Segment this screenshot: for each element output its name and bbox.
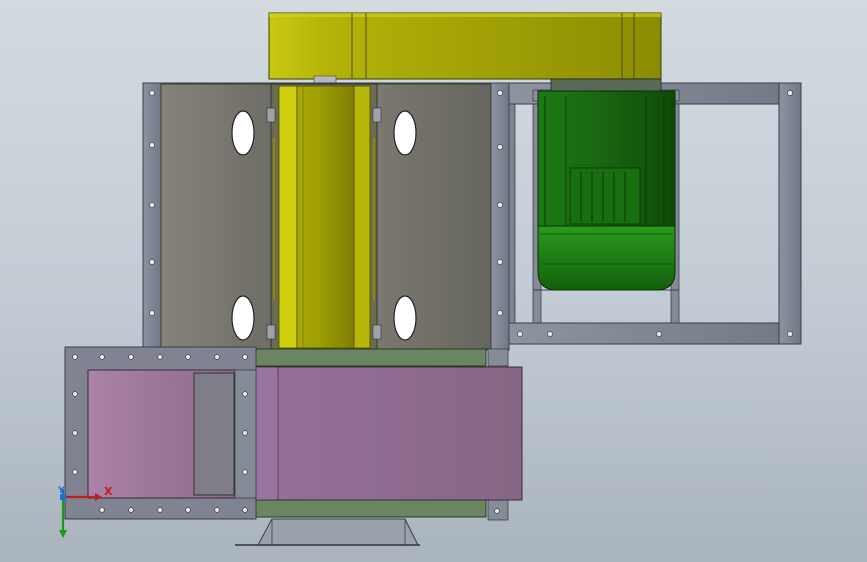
belt-guard-vertical[interactable] [266, 83, 382, 350]
axis-x-label: X [104, 485, 113, 498]
cad-viewport[interactable]: X Y [0, 0, 867, 562]
base-rail-top[interactable] [255, 348, 509, 367]
belt-guard-top[interactable] [268, 12, 662, 84]
cad-model-drawing[interactable] [0, 0, 867, 562]
housing-panel-right[interactable] [376, 83, 492, 350]
outlet-cone[interactable] [235, 518, 420, 546]
base-rail-bottom[interactable] [255, 499, 509, 521]
inlet-flange-frame[interactable] [64, 346, 257, 520]
inlet-duct[interactable] [255, 366, 523, 501]
housing-panel-left[interactable] [160, 83, 272, 350]
axis-y-label: Y [58, 486, 65, 496]
electric-motor[interactable] [537, 78, 676, 291]
